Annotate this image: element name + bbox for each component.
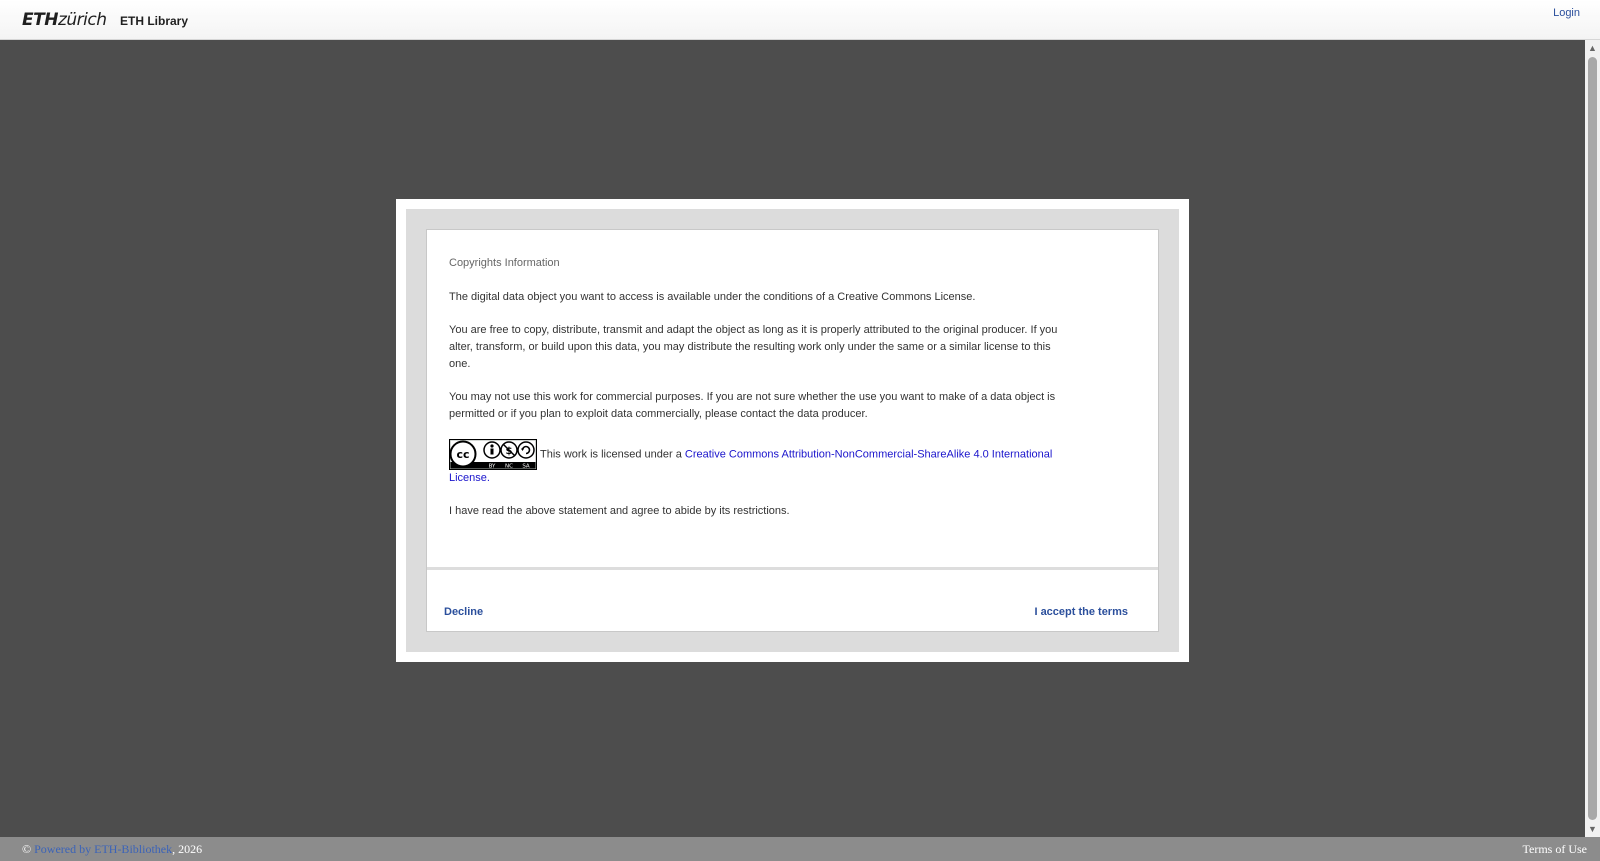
license-statement: cc $ BY NC SA This work is licensed unde… (449, 439, 1074, 487)
license-prefix-text: This work is licensed under a (540, 448, 685, 461)
license-permissions-text: You are free to copy, distribute, transm… (449, 324, 1058, 370)
cc-by-nc-sa-badge-icon[interactable]: cc $ BY NC SA (449, 439, 537, 470)
cc-badge-by-text: BY (489, 464, 496, 470)
modal-title: Copyrights Information (449, 257, 560, 269)
modal-content: Copyrights Information The digital data … (449, 255, 1074, 536)
cc-badge-nc-text: NC (505, 464, 513, 470)
logo-zurich-text: zürich (57, 10, 107, 30)
scroll-up-arrow-icon[interactable]: ▲ (1585, 40, 1600, 56)
logo-eth-text: ETH (22, 10, 58, 30)
license-restrictions-text: You may not use this work for commercial… (449, 391, 1056, 420)
top-header: ETHzürich ETH Library Login (0, 0, 1600, 40)
library-name: ETH Library (120, 14, 189, 28)
login-link[interactable]: Login (1553, 7, 1580, 19)
copyright-symbol: © (22, 842, 32, 856)
decline-button[interactable]: Decline (444, 606, 483, 618)
footer-year: , 2026 (172, 842, 203, 856)
modal-frame: Copyrights Information The digital data … (406, 209, 1179, 652)
copyright-modal: Copyrights Information The digital data … (396, 199, 1189, 662)
license-suffix-text: . (486, 472, 490, 484)
page-scrollbar[interactable]: ▲ ▼ (1585, 40, 1600, 837)
page-footer: © Powered by ETH-Bibliothek, 2026 Terms … (0, 837, 1600, 861)
agreement-text: I have read the above statement and agre… (449, 505, 790, 517)
eth-zurich-logo[interactable]: ETHzürich (22, 10, 107, 30)
powered-by-link[interactable]: Powered by ETH-Bibliothek (34, 842, 172, 856)
modal-panel: Copyrights Information The digital data … (426, 229, 1159, 632)
scroll-down-arrow-icon[interactable]: ▼ (1585, 821, 1600, 837)
terms-of-use-link[interactable]: Terms of Use (1523, 842, 1587, 857)
modal-divider (427, 567, 1158, 570)
cc-badge-cc-text: cc (456, 448, 469, 461)
license-intro-text: The digital data object you want to acce… (449, 291, 976, 303)
accept-terms-button[interactable]: I accept the terms (1034, 606, 1128, 618)
footer-copyright: © Powered by ETH-Bibliothek, 2026 (22, 842, 202, 857)
cc-badge-sa-text: SA (522, 464, 530, 470)
scrollbar-thumb[interactable] (1588, 57, 1597, 820)
